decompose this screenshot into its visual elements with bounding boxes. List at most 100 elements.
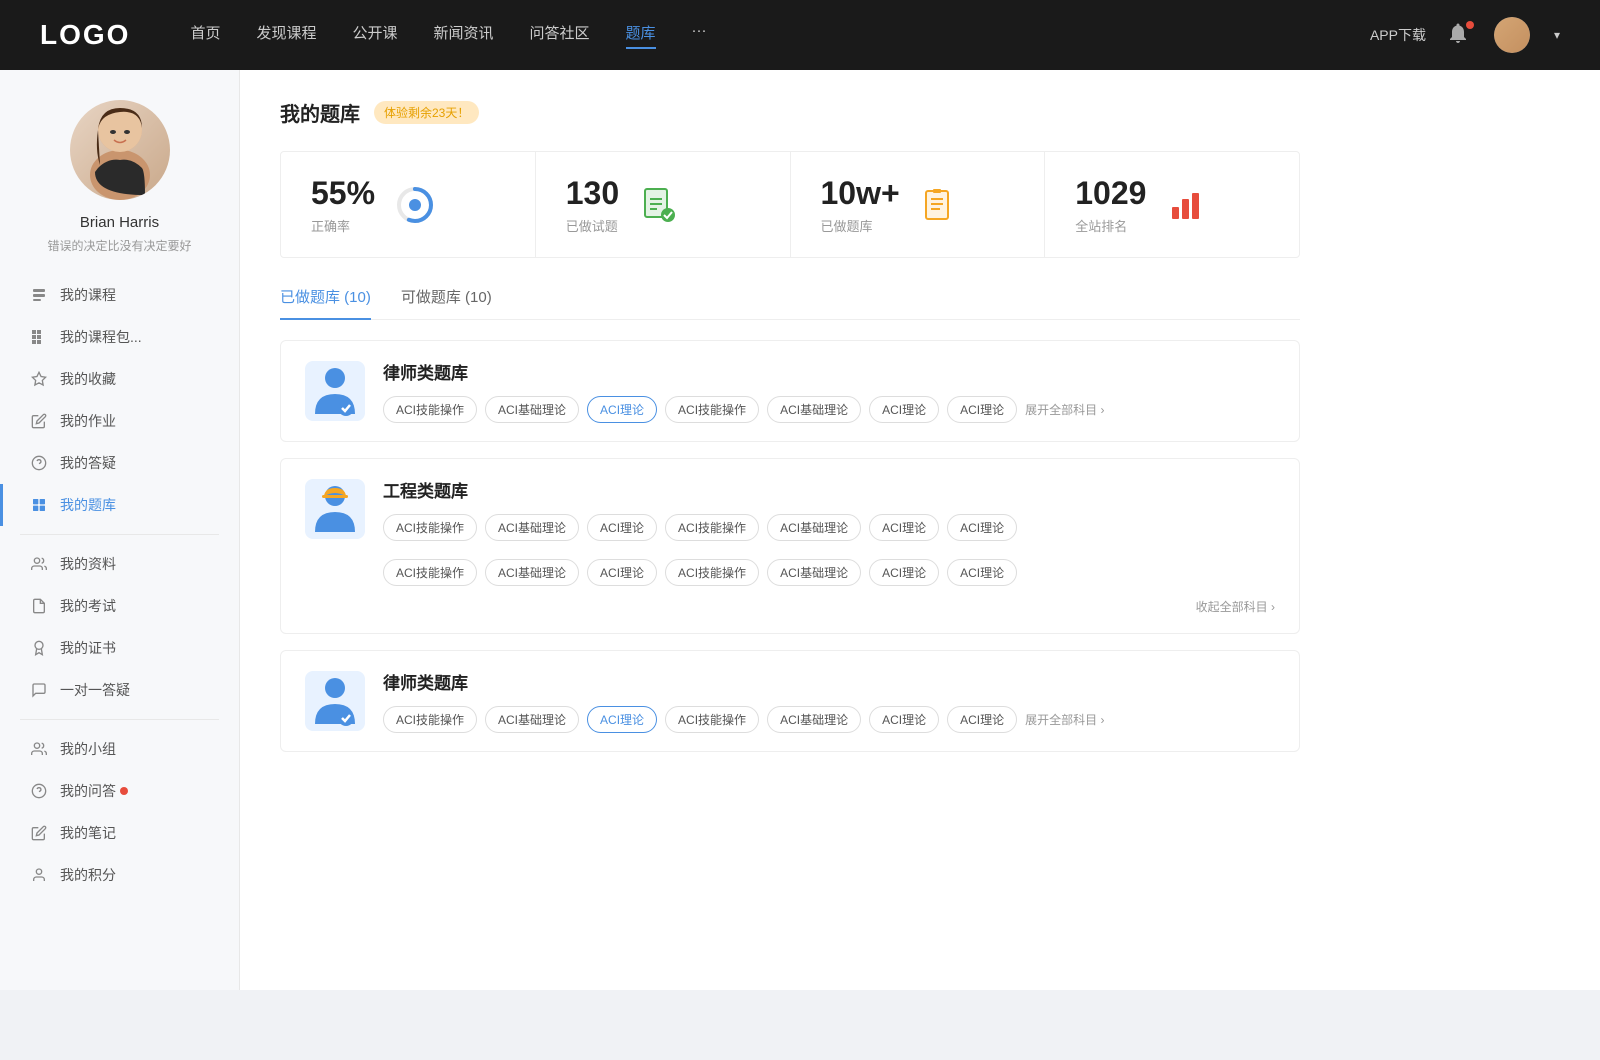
sidebar: Brian Harris 错误的决定比没有决定要好 我的课程 我的课程包... … [0, 70, 240, 990]
nav-home[interactable]: 首页 [190, 22, 220, 49]
nav-question-bank[interactable]: 题库 [626, 22, 656, 49]
bank-card-lawyer-1-tags: ACI技能操作 ACI基础理论 ACI理论 ACI技能操作 ACI基础理论 AC… [383, 396, 1275, 423]
sidebar-item-notes[interactable]: 我的笔记 [0, 812, 239, 854]
l2-tag-1[interactable]: ACI基础理论 [485, 706, 579, 733]
eng-tag-6[interactable]: ACI理论 [947, 514, 1017, 541]
sidebar-item-homework[interactable]: 我的作业 [0, 400, 239, 442]
eng-tag2-0[interactable]: ACI技能操作 [383, 559, 477, 586]
bank-card-lawyer-2-content: 律师类题库 ACI技能操作 ACI基础理论 ACI理论 ACI技能操作 ACI基… [383, 669, 1275, 733]
sidebar-item-my-courses[interactable]: 我的课程 [0, 274, 239, 316]
sidebar-item-certificates[interactable]: 我的证书 [0, 627, 239, 669]
notes-icon [30, 824, 48, 842]
sidebar-item-label: 我的课程包... [60, 327, 142, 347]
stat-ranking: 1029 全站排名 [1045, 152, 1299, 257]
eng-tag-2[interactable]: ACI理论 [587, 514, 657, 541]
lawyer-icon-1 [305, 361, 365, 421]
eng-tag2-3[interactable]: ACI技能操作 [665, 559, 759, 586]
tag-3[interactable]: ACI技能操作 [665, 396, 759, 423]
sidebar-item-label: 我的作业 [60, 411, 116, 431]
sidebar-item-label: 我的收藏 [60, 369, 116, 389]
notification-bell[interactable] [1446, 21, 1474, 49]
sidebar-item-profile[interactable]: 我的资料 [0, 543, 239, 585]
bank-card-lawyer-1-header: 律师类题库 ACI技能操作 ACI基础理论 ACI理论 ACI技能操作 ACI基… [281, 341, 1299, 441]
eng-tag2-2[interactable]: ACI理论 [587, 559, 657, 586]
tag-0[interactable]: ACI技能操作 [383, 396, 477, 423]
sidebar-item-label: 我的考试 [60, 596, 116, 616]
navbar: LOGO 首页 发现课程 公开课 新闻资讯 问答社区 题库 ··· APP下载 … [0, 0, 1600, 70]
tag-6[interactable]: ACI理论 [947, 396, 1017, 423]
eng-tag2-4[interactable]: ACI基础理论 [767, 559, 861, 586]
stat-done-banks: 10w+ 已做题库 [791, 152, 1046, 257]
bank-card-lawyer-2-title: 律师类题库 [383, 669, 1275, 694]
bank-card-lawyer-2: 律师类题库 ACI技能操作 ACI基础理论 ACI理论 ACI技能操作 ACI基… [280, 650, 1300, 752]
nav-more[interactable]: ··· [692, 22, 707, 49]
eng-tag-3[interactable]: ACI技能操作 [665, 514, 759, 541]
eng-tag-5[interactable]: ACI理论 [869, 514, 939, 541]
sidebar-item-group[interactable]: 我的小组 [0, 728, 239, 770]
tab-available-banks[interactable]: 可做题库 (10) [401, 286, 492, 319]
sidebar-item-course-packages[interactable]: 我的课程包... [0, 316, 239, 358]
l2-tag-4[interactable]: ACI基础理论 [767, 706, 861, 733]
tab-done-banks[interactable]: 已做题库 (10) [280, 286, 371, 319]
bank-card-engineering: 工程类题库 ACI技能操作 ACI基础理论 ACI理论 ACI技能操作 ACI基… [280, 458, 1300, 634]
sidebar-item-one-on-one[interactable]: 一对一答疑 [0, 669, 239, 711]
stat-done-questions: 130 已做试题 [536, 152, 791, 257]
eng-tag2-5[interactable]: ACI理论 [869, 559, 939, 586]
avatar-chevron-icon[interactable]: ▾ [1554, 28, 1560, 42]
sidebar-item-favorites[interactable]: 我的收藏 [0, 358, 239, 400]
eng-tag-4[interactable]: ACI基础理论 [767, 514, 861, 541]
stat-done-banks-value: 10w+ [821, 174, 900, 212]
bank-card-engineering-content: 工程类题库 ACI技能操作 ACI基础理论 ACI理论 ACI技能操作 ACI基… [383, 477, 1275, 541]
packages-icon [30, 328, 48, 346]
avatar-image [1494, 17, 1530, 53]
user-avatar[interactable] [1494, 17, 1530, 53]
stat-done-banks-info: 10w+ 已做题库 [821, 174, 900, 235]
page-title-row: 我的题库 体验剩余23天！ [280, 98, 1300, 127]
app-download-link[interactable]: APP下载 [1370, 25, 1426, 45]
nav-qa[interactable]: 问答社区 [530, 22, 590, 49]
sidebar-item-label: 我的答疑 [60, 453, 116, 473]
tag-1[interactable]: ACI基础理论 [485, 396, 579, 423]
stat-accuracy-info: 55% 正确率 [311, 174, 375, 235]
lawyer-person-icon-2 [310, 674, 360, 729]
expand-link-2[interactable]: 展开全部科目 › [1025, 711, 1104, 728]
sidebar-item-question-bank[interactable]: 我的题库 [0, 484, 239, 526]
tag-2-highlighted[interactable]: ACI理论 [587, 396, 657, 423]
sidebar-user-motto: 错误的决定比没有决定要好 [47, 237, 191, 254]
eng-tag-0[interactable]: ACI技能操作 [383, 514, 477, 541]
bank-card-lawyer-2-header: 律师类题库 ACI技能操作 ACI基础理论 ACI理论 ACI技能操作 ACI基… [281, 651, 1299, 751]
collapse-link-1[interactable]: 收起全部科目 › [305, 594, 1275, 619]
sidebar-user-name: Brian Harris [80, 214, 159, 231]
sidebar-item-label: 一对一答疑 [60, 680, 130, 700]
expand-link-0[interactable]: 展开全部科目 › [1025, 401, 1104, 418]
sidebar-menu: 我的课程 我的课程包... 我的收藏 我的作业 [0, 274, 239, 896]
sidebar-item-label: 我的资料 [60, 554, 116, 574]
nav-news[interactable]: 新闻资讯 [434, 22, 494, 49]
logo: LOGO [40, 19, 130, 51]
nav-open-course[interactable]: 公开课 [352, 22, 397, 49]
stats-row: 55% 正确率 130 已做试题 [280, 151, 1300, 258]
nav-discover[interactable]: 发现课程 [256, 22, 316, 49]
l2-tag-5[interactable]: ACI理论 [869, 706, 939, 733]
l2-tag-0[interactable]: ACI技能操作 [383, 706, 477, 733]
bank-card-engineering-footer: ACI技能操作 ACI基础理论 ACI理论 ACI技能操作 ACI基础理论 AC… [281, 559, 1299, 633]
tag-4[interactable]: ACI基础理论 [767, 396, 861, 423]
sidebar-item-qa[interactable]: 我的答疑 [0, 442, 239, 484]
eng-tag2-6[interactable]: ACI理论 [947, 559, 1017, 586]
nav-right: APP下载 ▾ [1370, 17, 1560, 53]
content-inner: 我的题库 体验剩余23天！ 55% 正确率 [240, 70, 1340, 796]
sidebar-avatar [70, 100, 170, 200]
sidebar-item-points[interactable]: 我的积分 [0, 854, 239, 896]
engineer-person-icon [310, 482, 360, 537]
sidebar-item-label: 我的证书 [60, 638, 116, 658]
tag-5[interactable]: ACI理论 [869, 396, 939, 423]
eng-tag2-1[interactable]: ACI基础理论 [485, 559, 579, 586]
bank-card-engineering-header: 工程类题库 ACI技能操作 ACI基础理论 ACI理论 ACI技能操作 ACI基… [281, 459, 1299, 559]
l2-tag-2-highlighted[interactable]: ACI理论 [587, 706, 657, 733]
eng-tag-1[interactable]: ACI基础理论 [485, 514, 579, 541]
l2-tag-6[interactable]: ACI理论 [947, 706, 1017, 733]
ranking-icon [1164, 183, 1208, 227]
l2-tag-3[interactable]: ACI技能操作 [665, 706, 759, 733]
sidebar-item-my-qa[interactable]: 我的问答 [0, 770, 239, 812]
sidebar-item-exams[interactable]: 我的考试 [0, 585, 239, 627]
